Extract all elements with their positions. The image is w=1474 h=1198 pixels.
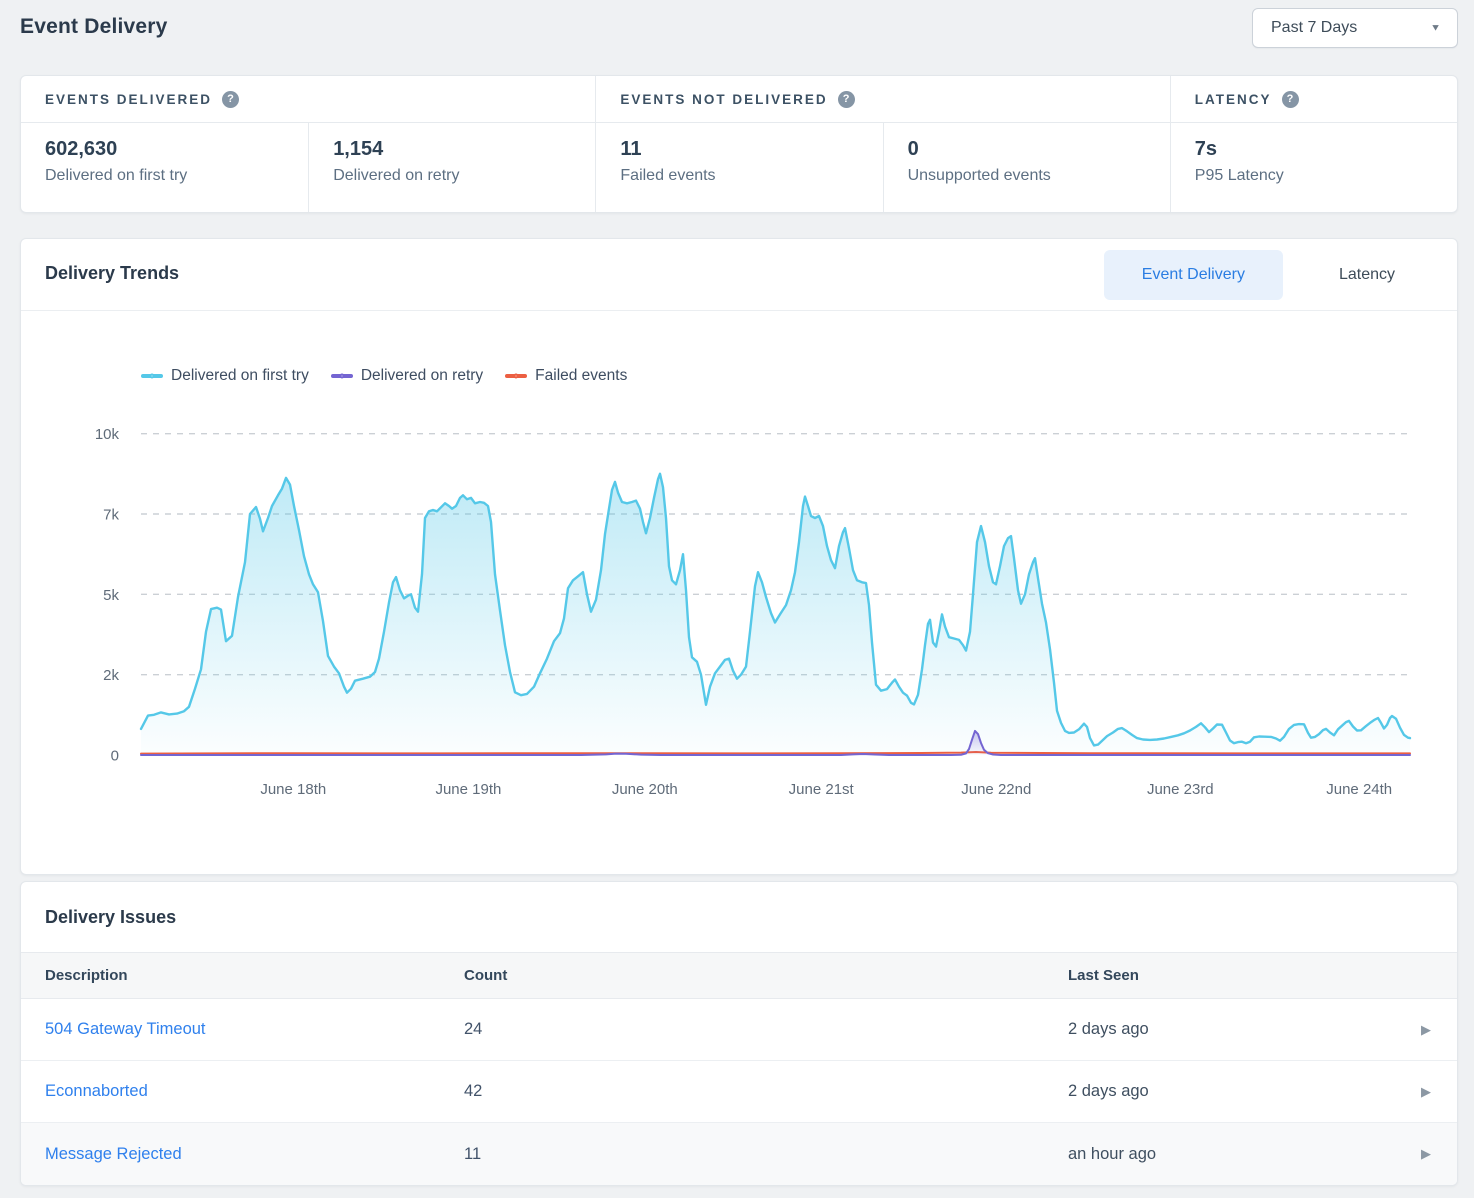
chevron-right-icon[interactable]: ▶ [1421, 1084, 1431, 1100]
page-title: Event Delivery [20, 15, 168, 39]
table-row[interactable]: Econnaborted 42 2 days ago ▶ [21, 1061, 1457, 1123]
stats-values-row: 602,630 Delivered on first try 1,154 Del… [21, 123, 1457, 213]
stat-value: 0 [908, 138, 1170, 161]
trends-header: Delivery Trends Event Delivery Latency [21, 239, 1457, 311]
legend-marker-icon [141, 374, 163, 378]
svg-text:0: 0 [111, 748, 119, 765]
svg-text:10k: 10k [95, 426, 120, 443]
chevron-right-icon[interactable]: ▶ [1421, 1146, 1431, 1162]
legend-marker-icon [505, 374, 527, 378]
stat-delivered-first-try: 602,630 Delivered on first try [21, 123, 308, 213]
legend-label: Failed events [535, 367, 627, 385]
stat-label: Delivered on retry [333, 167, 595, 185]
column-description: Description [45, 967, 464, 984]
svg-text:June 18th: June 18th [260, 781, 326, 798]
stat-value: 11 [620, 138, 882, 161]
trends-title: Delivery Trends [45, 263, 179, 284]
legend-item[interactable]: Delivered on retry [331, 367, 483, 385]
legend-label: Delivered on first try [171, 367, 309, 385]
trends-chart-area[interactable]: Delivered on first try Delivered on retry… [21, 311, 1457, 875]
issue-last-seen: 2 days ago [1068, 1020, 1457, 1039]
stat-group-events-not-delivered: EVENTS NOT DELIVERED ? [595, 76, 1169, 122]
page-header: Event Delivery Past 7 Days ▼ [20, 0, 1458, 75]
legend-label: Delivered on retry [361, 367, 483, 385]
stat-delivered-retry: 1,154 Delivered on retry [308, 123, 595, 213]
table-row[interactable]: 504 Gateway Timeout 24 2 days ago ▶ [21, 999, 1457, 1061]
svg-text:2k: 2k [103, 667, 119, 684]
chevron-right-icon[interactable]: ▶ [1421, 1022, 1431, 1038]
issues-title: Delivery Issues [45, 907, 176, 928]
page-root: Event Delivery Past 7 Days ▼ EVENTS DELI… [0, 0, 1474, 1198]
help-icon[interactable]: ? [222, 91, 239, 108]
tab-event-delivery[interactable]: Event Delivery [1104, 250, 1283, 300]
svg-text:June 19th: June 19th [435, 781, 501, 798]
stat-value: 7s [1195, 138, 1457, 161]
issue-link[interactable]: 504 Gateway Timeout [45, 1020, 464, 1039]
svg-text:7k: 7k [103, 507, 119, 524]
legend-item[interactable]: Delivered on first try [141, 367, 309, 385]
time-range-value: Past 7 Days [1271, 19, 1357, 37]
legend-item[interactable]: Failed events [505, 367, 627, 385]
issue-last-seen: an hour ago [1068, 1145, 1457, 1164]
help-icon[interactable]: ? [1282, 91, 1299, 108]
stat-p95-latency: 7s P95 Latency [1170, 123, 1457, 213]
delivery-trends-card: Delivery Trends Event Delivery Latency D… [20, 238, 1458, 875]
delivery-issues-card: Delivery Issues Description Count Last S… [20, 881, 1458, 1186]
issue-link[interactable]: Message Rejected [45, 1145, 464, 1164]
stat-label: Failed events [620, 167, 882, 185]
issue-count: 24 [464, 1020, 1068, 1039]
issue-last-seen: 2 days ago [1068, 1082, 1457, 1101]
time-range-select[interactable]: Past 7 Days ▼ [1252, 8, 1458, 48]
stat-value: 602,630 [45, 138, 308, 161]
issues-table-header: Description Count Last Seen [21, 952, 1457, 999]
svg-text:June 24th: June 24th [1326, 781, 1392, 798]
column-last-seen: Last Seen [1068, 967, 1457, 984]
stat-unsupported-events: 0 Unsupported events [883, 123, 1170, 213]
help-icon[interactable]: ? [838, 91, 855, 108]
legend-marker-icon [331, 374, 353, 378]
table-row[interactable]: Message Rejected 11 an hour ago ▶ [21, 1123, 1457, 1185]
svg-text:June 21st: June 21st [789, 781, 855, 798]
stats-card: EVENTS DELIVERED ? EVENTS NOT DELIVERED … [20, 75, 1458, 213]
issues-header: Delivery Issues [21, 882, 1457, 952]
stat-label: P95 Latency [1195, 167, 1457, 185]
chart-legend: Delivered on first try Delivered on retry… [141, 367, 627, 385]
stat-failed-events: 11 Failed events [595, 123, 882, 213]
issue-count: 11 [464, 1145, 1068, 1164]
stat-group-latency: LATENCY ? [1170, 76, 1457, 122]
svg-text:5k: 5k [103, 587, 119, 604]
stat-label: Unsupported events [908, 167, 1170, 185]
stats-header-row: EVENTS DELIVERED ? EVENTS NOT DELIVERED … [21, 76, 1457, 123]
svg-text:June 23rd: June 23rd [1147, 781, 1214, 798]
issue-count: 42 [464, 1082, 1068, 1101]
svg-text:June 20th: June 20th [612, 781, 678, 798]
stat-group-events-delivered: EVENTS DELIVERED ? [21, 76, 595, 122]
issue-link[interactable]: Econnaborted [45, 1082, 464, 1101]
column-count: Count [464, 967, 1068, 984]
trends-chart-svg: 0 2k 5k 7k 10k June 18th June 19th June 20th Jun… [21, 311, 1459, 875]
trends-tabs: Event Delivery Latency [1104, 250, 1433, 300]
svg-text:June 22nd: June 22nd [961, 781, 1031, 798]
stat-label: Delivered on first try [45, 167, 308, 185]
stat-value: 1,154 [333, 138, 595, 161]
caret-down-icon: ▼ [1430, 23, 1441, 33]
tab-latency[interactable]: Latency [1301, 250, 1433, 300]
